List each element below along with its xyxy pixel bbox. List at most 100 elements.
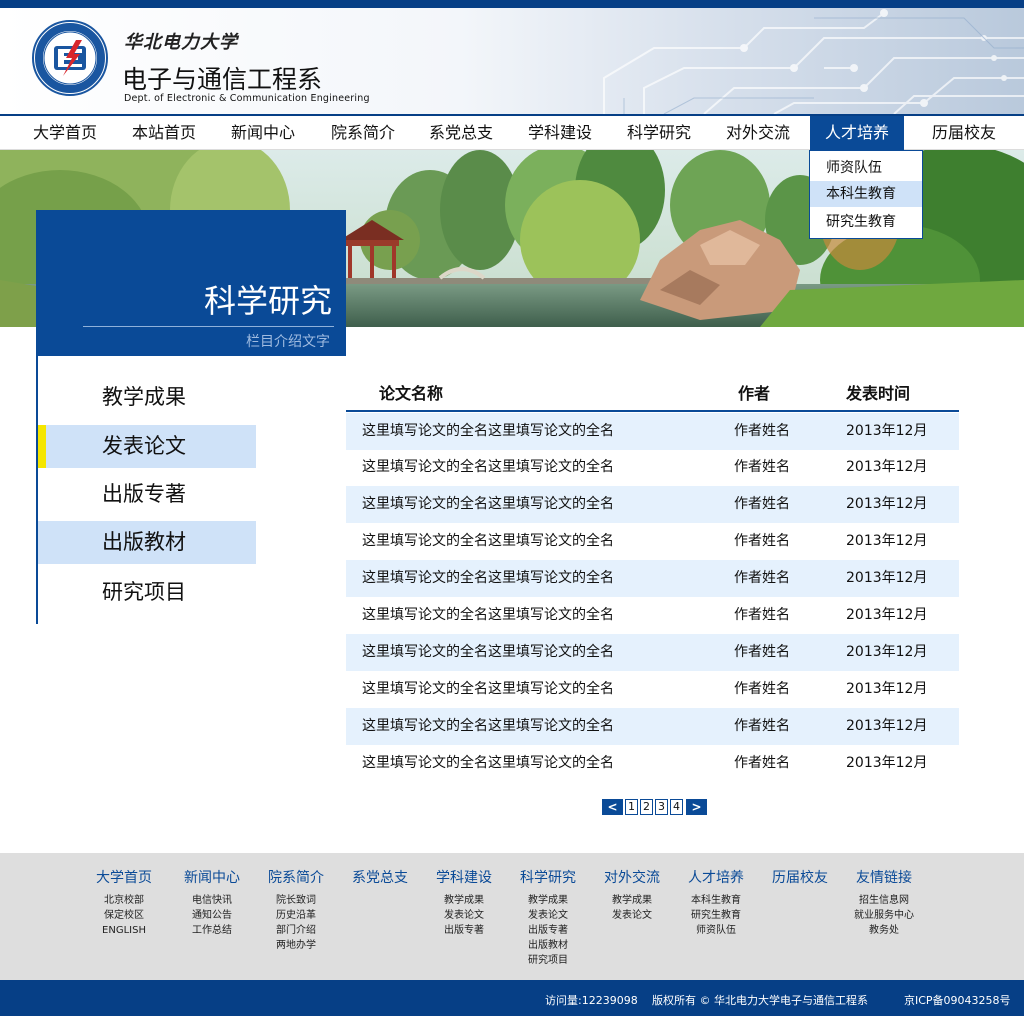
footer-heading[interactable]: 人才培养 [686, 867, 746, 887]
footer-link[interactable]: ENGLISH [94, 923, 154, 938]
paper-date: 2013年12月 [846, 496, 928, 512]
footer-heading[interactable]: 院系简介 [266, 867, 326, 887]
paper-author: 作者姓名 [734, 755, 790, 771]
footer-link[interactable]: 院长致词 [266, 893, 326, 908]
dropdown-item-graduate[interactable]: 研究生教育 [810, 209, 922, 235]
footer-link[interactable]: 北京校部 [94, 893, 154, 908]
nav-item-research[interactable]: 科学研究 [612, 116, 706, 150]
footer-column-talent: 人才培养 本科生教育 研究生教育 师资队伍 [686, 867, 746, 938]
footer-link[interactable]: 历史沿革 [266, 908, 326, 923]
paper-title-link[interactable]: 这里填写论文的全名这里填写论文的全名 [362, 449, 614, 486]
footer-link[interactable]: 发表论文 [518, 908, 578, 923]
footer-link[interactable]: 发表论文 [434, 908, 494, 923]
sidebar-item-monographs[interactable]: 出版专著 [38, 473, 256, 516]
nav-item-university-home[interactable]: 大学首页 [18, 116, 112, 150]
footer-link[interactable]: 教学成果 [602, 893, 662, 908]
site-header: 华北电力大学 电子与通信工程系 Dept. of Electronic & Co… [0, 8, 1024, 114]
icp-license[interactable]: 京ICP备09043258号 [904, 992, 1011, 1008]
footer-heading[interactable]: 历届校友 [770, 867, 830, 887]
papers-table-header: 论文名称 作者 发表时间 [346, 372, 959, 412]
nav-item-news[interactable]: 新闻中心 [216, 116, 310, 150]
footer-link[interactable]: 两地办学 [266, 938, 326, 953]
nav-item-about[interactable]: 院系简介 [316, 116, 410, 150]
footer-link[interactable]: 保定校区 [94, 908, 154, 923]
footer-link[interactable]: 出版教材 [518, 938, 578, 953]
section-subtitle: 栏目介绍文字 [246, 334, 330, 350]
paper-title-link[interactable]: 这里填写论文的全名这里填写论文的全名 [362, 597, 614, 634]
footer-link[interactable]: 研究生教育 [686, 908, 746, 923]
section-title: 科学研究 [203, 282, 332, 320]
department-name-en: Dept. of Electronic & Communication Engi… [124, 93, 370, 104]
paper-author: 作者姓名 [734, 681, 790, 697]
school-name: 华北电力大学 [124, 32, 238, 53]
nav-item-exchange[interactable]: 对外交流 [711, 116, 805, 150]
sidebar-item-papers[interactable]: 发表论文 [38, 425, 256, 468]
paper-date: 2013年12月 [846, 755, 928, 771]
nav-item-alumni[interactable]: 历届校友 [917, 116, 1011, 150]
column-header-author: 作者 [738, 384, 771, 403]
next-page-button[interactable]: > [686, 799, 707, 815]
page-4-button[interactable]: 4 [670, 799, 683, 815]
university-seal-icon[interactable] [32, 20, 108, 96]
paper-title-link[interactable]: 这里填写论文的全名这里填写论文的全名 [362, 413, 614, 450]
footer-link[interactable]: 出版专著 [434, 923, 494, 938]
table-row: 这里填写论文的全名这里填写论文的全名 作者姓名 2013年12月 [346, 560, 959, 597]
table-row: 这里填写论文的全名这里填写论文的全名 作者姓名 2013年12月 [346, 634, 959, 671]
footer-link[interactable]: 工作总结 [182, 923, 242, 938]
sidebar-item-textbooks[interactable]: 出版教材 [38, 521, 256, 564]
paper-title-link[interactable]: 这里填写论文的全名这里填写论文的全名 [362, 634, 614, 671]
paper-date: 2013年12月 [846, 533, 928, 549]
table-row: 这里填写论文的全名这里填写论文的全名 作者姓名 2013年12月 [346, 523, 959, 560]
dropdown-item-faculty[interactable]: 师资队伍 [810, 155, 922, 181]
column-header-title: 论文名称 [379, 384, 444, 403]
paper-author: 作者姓名 [734, 459, 790, 475]
paper-author: 作者姓名 [734, 533, 790, 549]
sidebar-item-teaching-results[interactable]: 教学成果 [38, 376, 256, 419]
footer-link[interactable]: 研究项目 [518, 953, 578, 968]
footer-link[interactable]: 部门介绍 [266, 923, 326, 938]
footer-heading[interactable]: 大学首页 [94, 867, 154, 887]
prev-page-button[interactable]: < [602, 799, 623, 815]
nav-item-talent[interactable]: 人才培养 [810, 116, 904, 150]
nav-item-party[interactable]: 系党总支 [414, 116, 508, 150]
footer-heading[interactable]: 友情链接 [854, 867, 914, 887]
footer-link[interactable]: 发表论文 [602, 908, 662, 923]
copyright-text: 版权所有 © 华北电力大学电子与通信工程系 [652, 994, 868, 1007]
footer-link[interactable]: 教学成果 [434, 893, 494, 908]
paper-title-link[interactable]: 这里填写论文的全名这里填写论文的全名 [362, 486, 614, 523]
table-row: 这里填写论文的全名这里填写论文的全名 作者姓名 2013年12月 [346, 449, 959, 486]
paper-title-link[interactable]: 这里填写论文的全名这里填写论文的全名 [362, 745, 614, 782]
footer-link[interactable]: 通知公告 [182, 908, 242, 923]
section-title-box: 科学研究 栏目介绍文字 [36, 210, 346, 356]
footer-heading[interactable]: 学科建设 [434, 867, 494, 887]
paper-title-link[interactable]: 这里填写论文的全名这里填写论文的全名 [362, 560, 614, 597]
paper-title-link[interactable]: 这里填写论文的全名这里填写论文的全名 [362, 523, 614, 560]
table-row: 这里填写论文的全名这里填写论文的全名 作者姓名 2013年12月 [346, 745, 959, 782]
paper-title-link[interactable]: 这里填写论文的全名这里填写论文的全名 [362, 708, 614, 745]
page-3-button[interactable]: 3 [655, 799, 668, 815]
circuit-board-decoration [603, 9, 1024, 114]
paper-title-link[interactable]: 这里填写论文的全名这里填写论文的全名 [362, 671, 614, 708]
footer-link[interactable]: 电信快讯 [182, 893, 242, 908]
paper-date: 2013年12月 [846, 423, 928, 439]
footer-link[interactable]: 本科生教育 [686, 893, 746, 908]
footer-heading[interactable]: 对外交流 [602, 867, 662, 887]
footer-link[interactable]: 师资队伍 [686, 923, 746, 938]
page-2-button[interactable]: 2 [640, 799, 653, 815]
nav-item-site-home[interactable]: 本站首页 [117, 116, 211, 150]
footer-heading[interactable]: 新闻中心 [182, 867, 242, 887]
footer-heading[interactable]: 系党总支 [350, 867, 410, 887]
footer-heading[interactable]: 科学研究 [518, 867, 578, 887]
footer-link[interactable]: 出版专著 [518, 923, 578, 938]
footer-link[interactable]: 教学成果 [518, 893, 578, 908]
page-1-button[interactable]: 1 [625, 799, 638, 815]
footer-column-about: 院系简介 院长致词 历史沿革 部门介绍 两地办学 [266, 867, 326, 953]
sidebar-item-projects[interactable]: 研究项目 [38, 571, 256, 614]
nav-item-discipline[interactable]: 学科建设 [513, 116, 607, 150]
footer-column-discipline: 学科建设 教学成果 发表论文 出版专著 [434, 867, 494, 938]
footer-link[interactable]: 教务处 [854, 923, 914, 938]
dropdown-item-undergraduate[interactable]: 本科生教育 [810, 181, 922, 207]
footer-column-university: 大学首页 北京校部 保定校区 ENGLISH [94, 867, 154, 938]
footer-link[interactable]: 招生信息网 [854, 893, 914, 908]
footer-link[interactable]: 就业服务中心 [854, 908, 914, 923]
